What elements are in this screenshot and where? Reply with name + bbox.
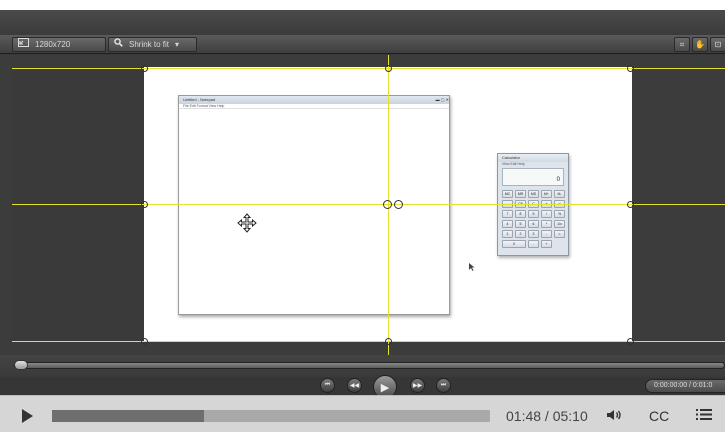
skip-forward-icon[interactable]: ⏭	[436, 378, 451, 393]
calc-key[interactable]: 2	[515, 230, 526, 238]
window-controls-icon: ▬ ▢ ✕	[435, 97, 449, 102]
notepad-menu: File Edit Format View Help	[179, 104, 449, 109]
calc-key[interactable]: 7	[502, 210, 513, 218]
volume-icon[interactable]	[606, 408, 624, 425]
zoom-label: Shrink to fit	[129, 40, 170, 49]
rewind-icon[interactable]: ◀◀	[347, 378, 362, 393]
calc-key[interactable]: =	[554, 230, 565, 238]
transport-controls: ⏮ ◀◀ ▶ ▶▶ ⏭ 0:00:00:00 / 0:01:0	[0, 375, 725, 399]
calc-key[interactable]: MS	[528, 190, 539, 198]
magnifier-icon	[114, 38, 123, 51]
dimensions-label: 1280x720	[35, 40, 71, 49]
resize-handle[interactable]	[141, 201, 148, 208]
preview-canvas[interactable]: Untitled - Notepad ▬ ▢ ✕ File Edit Forma…	[0, 55, 725, 355]
resize-handle[interactable]	[385, 65, 392, 72]
timeline-scrubber[interactable]	[0, 355, 725, 377]
calc-key[interactable]: M-	[554, 190, 565, 198]
calc-key[interactable]: %	[554, 210, 565, 218]
resize-handle[interactable]	[141, 65, 148, 72]
calc-key[interactable]: +	[541, 240, 552, 248]
zoom-dropdown[interactable]: Shrink to fit ▾	[108, 37, 197, 52]
notepad-window[interactable]: Untitled - Notepad ▬ ▢ ✕ File Edit Forma…	[178, 95, 450, 315]
dimensions-button[interactable]: 1280x720	[12, 37, 106, 52]
calc-key[interactable]: 3	[528, 230, 539, 238]
calc-key[interactable]: 0	[502, 240, 526, 248]
calc-key[interactable]: *	[541, 220, 552, 228]
calc-key[interactable]: 1	[502, 230, 513, 238]
resize-handle[interactable]	[385, 338, 392, 345]
calc-key[interactable]: .	[528, 240, 539, 248]
resize-handle[interactable]	[627, 65, 634, 72]
title-area	[0, 10, 725, 35]
closed-captions-button[interactable]: CC	[649, 408, 669, 424]
canvas-toolbar: 1280x720 Shrink to fit ▾ ⌗ ✋ ⊡	[0, 35, 725, 54]
guide-line-top	[12, 68, 725, 69]
resize-handle[interactable]	[627, 338, 634, 345]
rotate-handle[interactable]	[394, 200, 403, 209]
calc-key[interactable]: 9	[528, 210, 539, 218]
playback-time: 01:48 / 05:10	[506, 408, 588, 424]
guide-line-bottom	[12, 341, 725, 342]
chevron-down-icon: ▾	[175, 40, 180, 49]
guide-line-center-horizontal	[12, 204, 725, 205]
calc-key[interactable]: 8	[515, 210, 526, 218]
center-handle[interactable]	[383, 200, 392, 209]
calc-key[interactable]: 1/x	[554, 220, 565, 228]
resize-handle[interactable]	[627, 201, 634, 208]
calculator-keypad: MC MR MS M+ M- ← CE C ± √ 7 8 9 / % 4 5 …	[498, 188, 568, 250]
skip-back-icon[interactable]: ⏮	[320, 378, 335, 393]
crop-icon[interactable]: ⌗	[674, 37, 690, 52]
fullscreen-icon[interactable]: ⊡	[710, 37, 725, 52]
editor-window: 1280x720 Shrink to fit ▾ ⌗ ✋ ⊡ Untitled …	[0, 0, 725, 432]
calc-key[interactable]: 6	[528, 220, 539, 228]
fast-forward-icon[interactable]: ▶▶	[410, 378, 425, 393]
calc-key[interactable]: 5	[515, 220, 526, 228]
progress-track[interactable]	[52, 410, 490, 422]
move-cursor-icon	[237, 213, 257, 233]
notepad-title: Untitled - Notepad	[183, 97, 216, 102]
calc-key[interactable]: -	[541, 230, 552, 238]
calculator-menu: View Edit Help	[502, 162, 525, 166]
menu-list-icon[interactable]	[696, 408, 712, 424]
calc-key[interactable]: M+	[541, 190, 552, 198]
play-icon[interactable]	[22, 409, 33, 423]
video-player-bar: 01:48 / 05:10 CC	[0, 395, 725, 432]
progress-fill	[52, 410, 205, 422]
resize-icon	[18, 38, 29, 51]
calculator-title: Calculator	[498, 154, 568, 162]
calculator-display: 0	[502, 168, 564, 186]
calc-key[interactable]: MR	[515, 190, 526, 198]
calc-key[interactable]: /	[541, 210, 552, 218]
scrubber-thumb[interactable]	[14, 360, 28, 370]
hand-icon[interactable]: ✋	[692, 37, 708, 52]
resize-handle[interactable]	[141, 338, 148, 345]
top-strip	[0, 0, 725, 10]
timecode-display: 0:00:00:00 / 0:01:0	[645, 379, 725, 393]
calc-key[interactable]: 4	[502, 220, 513, 228]
mouse-pointer-icon	[469, 258, 475, 271]
scrubber-track[interactable]	[14, 362, 725, 369]
calc-key[interactable]: MC	[502, 190, 513, 198]
